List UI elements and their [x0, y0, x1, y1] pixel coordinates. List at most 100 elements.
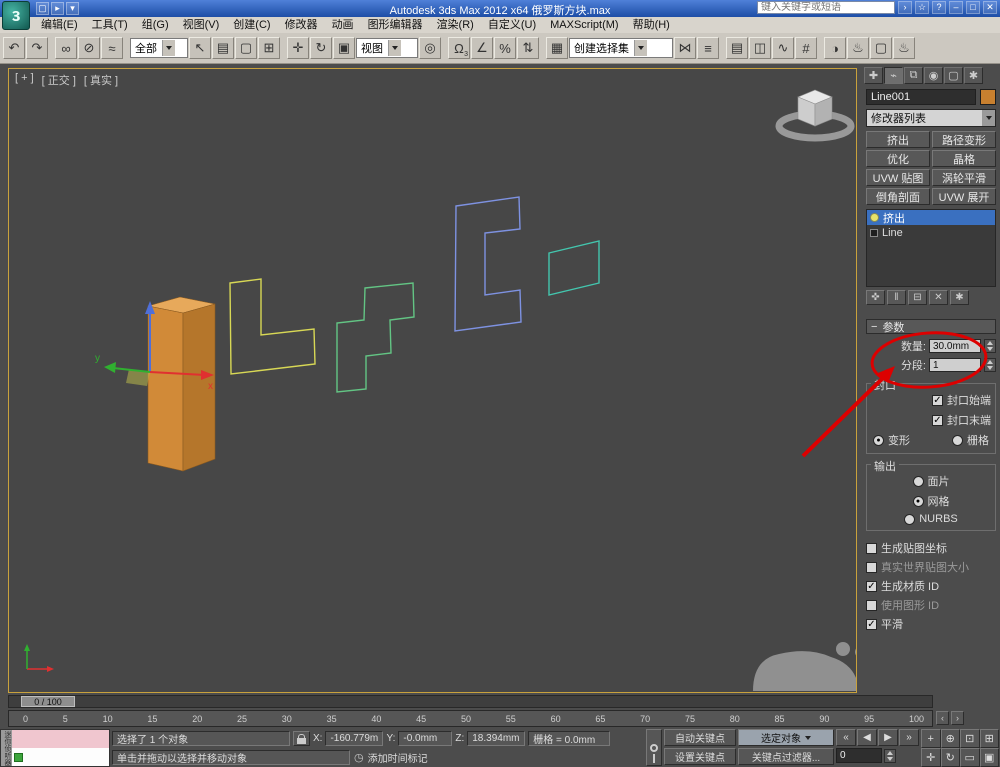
z-coord-field[interactable]: 18.394mm — [467, 731, 525, 746]
segments-spinner[interactable] — [984, 358, 996, 372]
time-slider[interactable]: 0 / 100 — [8, 695, 933, 708]
menu-item[interactable]: 视图(V) — [176, 17, 227, 33]
gen-matid-checkbox[interactable]: ✓ — [866, 581, 877, 592]
grid-cap-radio[interactable] — [952, 435, 963, 446]
viewport-general-menu[interactable]: [ + ] — [15, 72, 34, 88]
prev-key-icon[interactable]: ‹ — [936, 711, 949, 725]
maximize-button[interactable]: □ — [966, 1, 980, 14]
selection-lock-icon[interactable] — [293, 731, 310, 746]
menu-item[interactable]: 动画 — [325, 17, 361, 33]
modifier-preset-button[interactable]: 涡轮平滑 — [932, 169, 996, 186]
extruded-box-object[interactable] — [148, 297, 215, 471]
cap-end-checkbox[interactable]: ✓ — [932, 415, 943, 426]
morph-radio[interactable]: ● — [873, 435, 884, 446]
tab-motion[interactable]: ◉ — [924, 67, 943, 84]
window-crossing-icon[interactable]: ⊞ — [258, 37, 280, 59]
bind-to-spacewarp-icon[interactable]: ≈ — [101, 37, 123, 59]
undo-icon[interactable]: ↶ — [3, 37, 25, 59]
menu-item[interactable]: 创建(C) — [226, 17, 277, 33]
menu-item[interactable]: 帮助(H) — [626, 17, 677, 33]
amount-spinner[interactable] — [984, 339, 996, 353]
help-icon[interactable]: ? — [932, 1, 946, 14]
maximize-viewport-icon[interactable]: ▣ — [980, 748, 1000, 767]
redo-icon[interactable]: ↷ — [26, 37, 48, 59]
viewcube[interactable] — [779, 90, 851, 138]
select-and-scale-icon[interactable]: ▣ — [333, 37, 355, 59]
selection-filter-dropdown[interactable]: 全部 — [130, 38, 188, 58]
listener-line[interactable] — [12, 748, 109, 766]
frame-spinner[interactable] — [884, 749, 896, 763]
make-unique-icon[interactable]: ⊟ — [908, 290, 927, 305]
zoom-all-icon[interactable]: ⊕ — [941, 729, 961, 748]
zoom-icon[interactable]: + — [921, 729, 941, 748]
nurbs-radio[interactable] — [904, 514, 915, 525]
time-slider-handle[interactable]: 0 / 100 — [21, 696, 75, 707]
search-input[interactable] — [757, 1, 895, 14]
spinner-snap-icon[interactable]: ⇅ — [517, 37, 539, 59]
track-bar[interactable]: 0510152025303540455055606570758085909510… — [8, 710, 933, 727]
patch-radio[interactable] — [913, 476, 924, 487]
menu-item[interactable]: 工具(T) — [85, 17, 135, 33]
auto-key-button[interactable]: 自动关键点 — [664, 729, 736, 746]
render-production-icon[interactable]: ♨ — [893, 37, 915, 59]
use-shapeid-checkbox[interactable] — [866, 600, 877, 611]
reference-coordinate-dropdown[interactable]: 视图 — [356, 38, 418, 58]
tab-display[interactable]: ▢ — [944, 67, 963, 84]
percent-snap-icon[interactable]: % — [494, 37, 516, 59]
cap-start-checkbox[interactable]: ✓ — [932, 395, 943, 406]
stack-item-line[interactable]: Line — [867, 225, 995, 240]
go-to-end-icon[interactable]: » — [899, 729, 919, 746]
set-key-button[interactable]: 设置关键点 — [664, 748, 736, 765]
smooth-checkbox[interactable]: ✓ — [866, 619, 877, 630]
zoom-extents-icon[interactable]: ⊡ — [960, 729, 980, 748]
menu-item[interactable]: 修改器 — [278, 17, 325, 33]
modifier-preset-button[interactable]: 挤出 — [866, 131, 930, 148]
menu-item[interactable]: 渲染(R) — [430, 17, 481, 33]
y-coord-field[interactable]: -0.0mm — [398, 731, 452, 746]
dropdown-arrow-icon[interactable] — [634, 40, 647, 56]
clock-icon[interactable]: ◷ — [354, 751, 364, 764]
orbit-icon[interactable]: ↻ — [941, 748, 961, 767]
graphite-ribbon-icon[interactable]: ◫ — [749, 37, 771, 59]
go-to-start-icon[interactable]: « — [836, 729, 856, 746]
dropdown-arrow-icon[interactable] — [388, 40, 401, 56]
modifier-preset-button[interactable]: UVW 贴图 — [866, 169, 930, 186]
show-end-result-icon[interactable]: ‖ — [887, 290, 906, 305]
remove-modifier-icon[interactable]: ✕ — [929, 290, 948, 305]
modifier-list-dropdown[interactable]: 修改器列表 — [866, 109, 996, 127]
curve-editor-icon[interactable]: ∿ — [772, 37, 794, 59]
mirror-icon[interactable]: ⋈ — [674, 37, 696, 59]
zoom-region-icon[interactable]: ▭ — [960, 748, 980, 767]
tab-utilities[interactable]: ✱ — [964, 67, 983, 84]
favorites-icon[interactable]: ☆ — [915, 1, 929, 14]
align-icon[interactable]: ≡ — [697, 37, 719, 59]
set-key-big-button[interactable] — [646, 729, 662, 766]
configure-modifier-sets-icon[interactable]: ✱ — [950, 290, 969, 305]
layer-manager-icon[interactable]: ▤ — [726, 37, 748, 59]
material-editor-icon[interactable]: ◑ — [824, 37, 846, 59]
menu-item[interactable]: 图形编辑器 — [361, 17, 430, 33]
select-and-link-icon[interactable]: ∞ — [55, 37, 77, 59]
select-object-icon[interactable]: ↖ — [189, 37, 211, 59]
select-and-rotate-icon[interactable]: ↻ — [310, 37, 332, 59]
spline-quad-shape[interactable] — [549, 241, 599, 295]
add-time-tag[interactable]: 添加时间标记 — [368, 750, 428, 765]
tab-modify[interactable]: ⌁ — [884, 67, 903, 84]
edit-named-selections-icon[interactable]: ▦ — [546, 37, 568, 59]
pin-stack-icon[interactable]: ✜ — [866, 290, 885, 305]
menu-item[interactable]: 编辑(E) — [34, 17, 85, 33]
snap-toggle-icon[interactable]: Ω3 — [448, 37, 470, 59]
macro-recorder-line[interactable] — [12, 730, 109, 748]
x-coord-field[interactable]: -160.779m — [325, 731, 383, 746]
search-go-icon[interactable]: › — [898, 1, 912, 14]
pan-icon[interactable]: ✛ — [921, 748, 941, 767]
real-world-checkbox[interactable] — [866, 562, 877, 573]
modifier-preset-button[interactable]: UVW 展开 — [932, 188, 996, 205]
object-name-field[interactable]: Line001 — [866, 89, 976, 105]
rectangular-selection-icon[interactable]: ▢ — [235, 37, 257, 59]
play-icon[interactable]: ▶ — [878, 729, 898, 746]
select-and-move-icon[interactable]: ✛ — [287, 37, 309, 59]
dropdown-arrow-icon[interactable] — [982, 110, 995, 126]
segments-field[interactable]: 1 — [929, 358, 981, 372]
maxscript-mini-listener[interactable]: 迷你侦听器 — [0, 729, 110, 767]
